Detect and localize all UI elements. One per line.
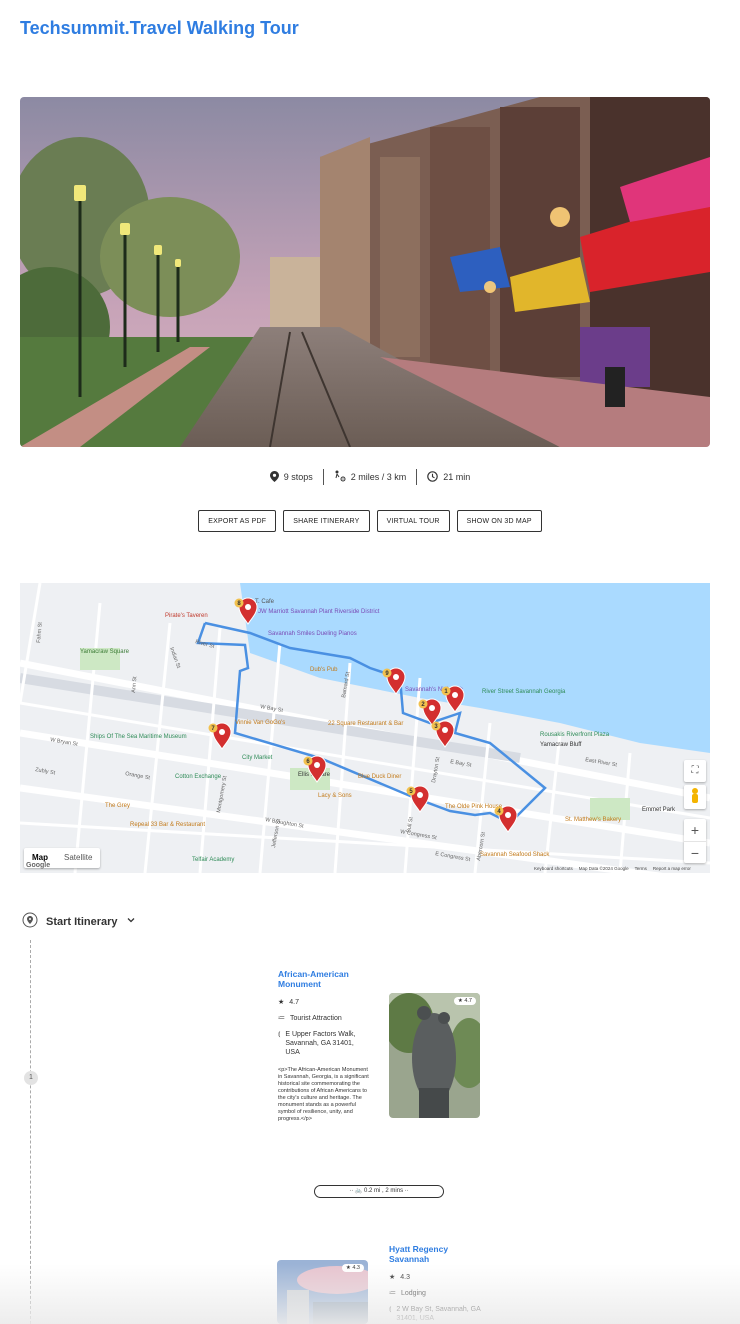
street-label: River St <box>194 639 215 650</box>
photo-rating-badge: ★ 4.3 <box>341 1264 364 1272</box>
stop-card-1: African-American Monument ★ 4.7 ≔ Touris… <box>278 969 370 1123</box>
route-map[interactable]: T. Cafe JW Marriott Savannah Plant River… <box>20 583 710 873</box>
street-label: Indian St <box>168 647 181 670</box>
map-label: Pirate's Taveren <box>165 613 208 619</box>
share-itinerary-button[interactable]: SHARE ITINERARY <box>283 510 370 532</box>
stops-count: 9 stops <box>283 472 313 482</box>
map-label: The Grey <box>105 803 130 809</box>
stops-stat: 9 stops <box>260 469 323 485</box>
start-itinerary-label: Start Itinerary <box>46 915 118 928</box>
star-icon: ★ <box>389 1274 396 1281</box>
stop-rating: 4.7 <box>289 999 300 1006</box>
zoom-out-button[interactable]: − <box>684 841 706 863</box>
map-label: City Market <box>242 755 273 761</box>
street-label: East River St <box>585 757 618 769</box>
stop-address: E Upper Factors Walk, Savannah, GA 31401… <box>285 1031 356 1056</box>
distance-stat: 2 miles / 3 km <box>322 469 417 485</box>
stop-number-badge: 1 <box>24 1071 38 1085</box>
map-data-credit: Map Data ©2024 Google <box>578 866 629 871</box>
star-icon: ★ <box>278 999 285 1006</box>
zoom-in-button[interactable]: + <box>684 819 706 841</box>
street-label: Orange St <box>125 771 151 781</box>
walk-icon <box>334 470 346 484</box>
map-label: Ships Of The Sea Maritime Museum <box>90 734 187 740</box>
hero-image <box>20 97 710 447</box>
stop-address: 2 W Bay St, Savannah, GA 31401, USA <box>396 1306 481 1322</box>
stop-rating-row: ★ 4.3 <box>389 1273 489 1282</box>
map-label: Yamacraw Bluff <box>540 742 582 748</box>
virtual-tour-button[interactable]: VIRTUAL TOUR <box>376 510 450 532</box>
street-label: Fahm St <box>36 621 44 643</box>
duration-value: 21 min <box>443 472 471 482</box>
street-label: Zubly St <box>35 767 56 776</box>
map-label: Emmet Park <box>642 807 676 813</box>
bottom-fade <box>0 1264 740 1324</box>
stop-photo: ★ 4.7 <box>389 993 480 1118</box>
stop-rating: 4.3 <box>400 1274 411 1281</box>
stop-card-2: Hyatt Regency Savannah ★ 4.3 ≔ Lodging ⦅… <box>389 1244 489 1323</box>
stop-description: <p>The African-American Monument in Sava… <box>278 1067 369 1122</box>
list-icon: ≔ <box>389 1290 396 1297</box>
show-3d-map-button[interactable]: SHOW ON 3D MAP <box>456 510 542 532</box>
stop-category: Tourist Attraction <box>290 1015 342 1022</box>
map-label: St. Matthew's Bakery <box>565 817 621 823</box>
map-label: Telfair Academy <box>192 857 234 863</box>
map-footer: Keyboard shortcuts Map Data ©2024 Google… <box>534 866 691 871</box>
stop-name[interactable]: Hyatt Regency Savannah <box>389 1244 489 1264</box>
map-label: Repeal 33 Bar & Restaurant <box>130 822 205 828</box>
map-label: Yamacraw Square <box>80 649 130 655</box>
stop-category-row: ≔ Tourist Attraction <box>278 1014 370 1023</box>
location-icon <box>22 912 38 931</box>
stop-category-row: ≔ Lodging <box>389 1289 489 1298</box>
list-icon: ≔ <box>278 1015 285 1022</box>
terms-link[interactable]: Terms <box>635 866 647 871</box>
leg-distance: ·· 🚲 0.2 mi , 2 mins ·· <box>314 1185 444 1198</box>
location-icon: ⦅ <box>389 1306 392 1313</box>
map-label: JW Marriott Savannah Plant Riverside Dis… <box>258 609 380 615</box>
page-title: Techsummit.Travel Walking Tour <box>20 18 299 38</box>
distance-value: 2 miles / 3 km <box>350 472 407 482</box>
google-logo: Google <box>26 862 51 869</box>
stop-category: Lodging <box>401 1290 426 1297</box>
stop-address-row: ⦅ E Upper Factors Walk, Savannah, GA 314… <box>278 1030 370 1057</box>
action-bar: EXPORT AS PDF SHARE ITINERARY VIRTUAL TO… <box>0 510 740 532</box>
itinerary-timeline <box>30 940 31 1324</box>
map-label: Blue Duck Diner <box>358 774 401 780</box>
stop-rating-row: ★ 4.7 <box>278 998 370 1007</box>
street-label: Montgomery St <box>216 775 228 813</box>
map-label: Lacy & Sons <box>318 793 352 799</box>
map-label: Vinnie Van GoGo's <box>235 720 285 726</box>
export-pdf-button[interactable]: EXPORT AS PDF <box>198 510 277 532</box>
map-type-satellite[interactable]: Satellite <box>56 848 100 868</box>
stop-name[interactable]: African-American Monument <box>278 969 370 989</box>
stop-photo: ★ 4.3 <box>277 1260 368 1324</box>
map-label: Dub's Pub <box>310 667 338 673</box>
map-marker-4[interactable]: 4 <box>494 805 518 833</box>
map-label: Rousakis Riverfront Plaza <box>540 732 610 738</box>
street-label: E Bay St <box>450 759 473 769</box>
zoom-controls: + − <box>684 819 706 863</box>
map-label: T. Cafe <box>255 599 275 605</box>
street-label: Ann St <box>131 676 138 693</box>
street-label: Drayton St <box>431 756 442 783</box>
stop-address-row: ⦅ 2 W Bay St, Savannah, GA 31401, USA <box>389 1305 489 1323</box>
pin-icon <box>269 470 279 484</box>
photo-rating-badge: ★ 4.7 <box>453 997 476 1005</box>
map-label: 22 Square Restaurant & Bar <box>328 721 403 727</box>
tour-stats: 9 stops 2 miles / 3 km 21 min <box>0 469 740 485</box>
fullscreen-icon[interactable]: ⛶ <box>684 760 706 782</box>
map-label: River Street Savannah Georgia <box>482 689 566 695</box>
location-icon: ⦅ <box>278 1031 281 1038</box>
start-itinerary-toggle[interactable]: Start Itinerary <box>22 912 136 931</box>
map-label: Savannah Seafood Shack <box>480 852 550 858</box>
map-label: Savannah Smiles Dueling Pianos <box>268 631 357 637</box>
street-view-pegman-icon[interactable] <box>684 785 706 809</box>
duration-stat: 21 min <box>416 469 480 485</box>
map-label: Cotton Exchange <box>175 774 222 780</box>
chevron-down-icon <box>126 915 136 928</box>
report-error-link[interactable]: Report a map error <box>653 866 691 871</box>
map-label: The Olde Pink House <box>445 804 503 810</box>
clock-icon <box>427 470 439 484</box>
keyboard-shortcuts-link[interactable]: Keyboard shortcuts <box>534 866 573 871</box>
